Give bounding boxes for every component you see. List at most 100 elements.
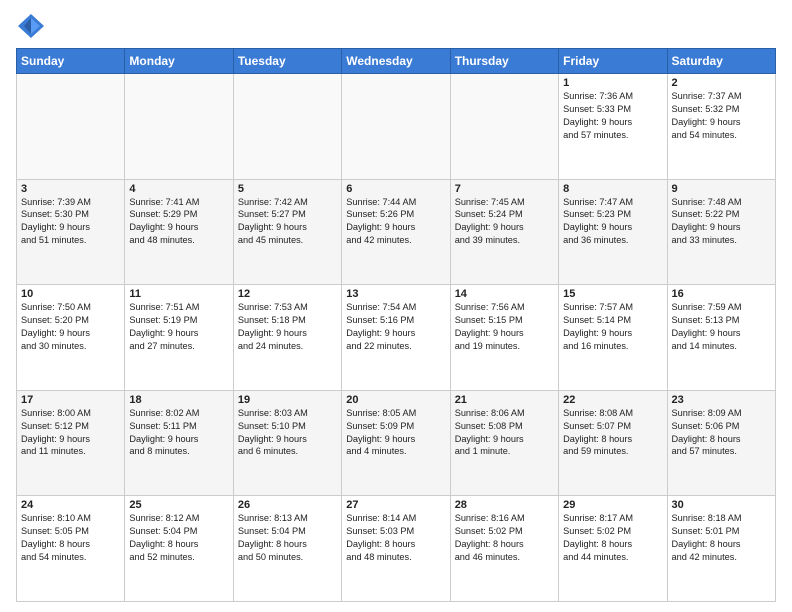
day-cell: 13Sunrise: 7:54 AM Sunset: 5:16 PM Dayli… (342, 285, 450, 391)
day-info: Sunrise: 7:54 AM Sunset: 5:16 PM Dayligh… (346, 301, 445, 353)
day-info: Sunrise: 8:00 AM Sunset: 5:12 PM Dayligh… (21, 407, 120, 459)
day-number: 19 (238, 394, 337, 406)
day-cell: 2Sunrise: 7:37 AM Sunset: 5:32 PM Daylig… (667, 74, 775, 180)
day-number: 3 (21, 183, 120, 195)
day-cell: 17Sunrise: 8:00 AM Sunset: 5:12 PM Dayli… (17, 390, 125, 496)
day-info: Sunrise: 7:53 AM Sunset: 5:18 PM Dayligh… (238, 301, 337, 353)
day-info: Sunrise: 7:57 AM Sunset: 5:14 PM Dayligh… (563, 301, 662, 353)
weekday-header-monday: Monday (125, 49, 233, 74)
day-number: 4 (129, 183, 228, 195)
day-info: Sunrise: 8:03 AM Sunset: 5:10 PM Dayligh… (238, 407, 337, 459)
day-number: 17 (21, 394, 120, 406)
day-cell: 19Sunrise: 8:03 AM Sunset: 5:10 PM Dayli… (233, 390, 341, 496)
weekday-header-saturday: Saturday (667, 49, 775, 74)
day-cell: 4Sunrise: 7:41 AM Sunset: 5:29 PM Daylig… (125, 179, 233, 285)
day-cell (450, 74, 558, 180)
day-number: 21 (455, 394, 554, 406)
day-number: 29 (563, 499, 662, 511)
weekday-header-wednesday: Wednesday (342, 49, 450, 74)
day-info: Sunrise: 7:48 AM Sunset: 5:22 PM Dayligh… (672, 196, 771, 248)
day-number: 25 (129, 499, 228, 511)
week-row-1: 1Sunrise: 7:36 AM Sunset: 5:33 PM Daylig… (17, 74, 776, 180)
day-info: Sunrise: 8:13 AM Sunset: 5:04 PM Dayligh… (238, 512, 337, 564)
day-number: 13 (346, 288, 445, 300)
week-row-4: 17Sunrise: 8:00 AM Sunset: 5:12 PM Dayli… (17, 390, 776, 496)
day-info: Sunrise: 7:59 AM Sunset: 5:13 PM Dayligh… (672, 301, 771, 353)
day-cell: 16Sunrise: 7:59 AM Sunset: 5:13 PM Dayli… (667, 285, 775, 391)
day-cell: 14Sunrise: 7:56 AM Sunset: 5:15 PM Dayli… (450, 285, 558, 391)
day-number: 16 (672, 288, 771, 300)
day-number: 1 (563, 77, 662, 89)
day-cell (342, 74, 450, 180)
day-info: Sunrise: 8:05 AM Sunset: 5:09 PM Dayligh… (346, 407, 445, 459)
day-cell: 1Sunrise: 7:36 AM Sunset: 5:33 PM Daylig… (559, 74, 667, 180)
day-info: Sunrise: 7:47 AM Sunset: 5:23 PM Dayligh… (563, 196, 662, 248)
day-cell: 10Sunrise: 7:50 AM Sunset: 5:20 PM Dayli… (17, 285, 125, 391)
day-number: 6 (346, 183, 445, 195)
day-cell: 26Sunrise: 8:13 AM Sunset: 5:04 PM Dayli… (233, 496, 341, 602)
day-cell: 5Sunrise: 7:42 AM Sunset: 5:27 PM Daylig… (233, 179, 341, 285)
day-number: 2 (672, 77, 771, 89)
day-info: Sunrise: 8:16 AM Sunset: 5:02 PM Dayligh… (455, 512, 554, 564)
day-info: Sunrise: 8:14 AM Sunset: 5:03 PM Dayligh… (346, 512, 445, 564)
day-info: Sunrise: 8:06 AM Sunset: 5:08 PM Dayligh… (455, 407, 554, 459)
day-info: Sunrise: 7:44 AM Sunset: 5:26 PM Dayligh… (346, 196, 445, 248)
day-number: 5 (238, 183, 337, 195)
day-cell: 29Sunrise: 8:17 AM Sunset: 5:02 PM Dayli… (559, 496, 667, 602)
weekday-header-friday: Friday (559, 49, 667, 74)
day-info: Sunrise: 8:17 AM Sunset: 5:02 PM Dayligh… (563, 512, 662, 564)
day-number: 7 (455, 183, 554, 195)
day-cell: 9Sunrise: 7:48 AM Sunset: 5:22 PM Daylig… (667, 179, 775, 285)
page: SundayMondayTuesdayWednesdayThursdayFrid… (0, 0, 792, 612)
day-cell: 21Sunrise: 8:06 AM Sunset: 5:08 PM Dayli… (450, 390, 558, 496)
day-info: Sunrise: 8:02 AM Sunset: 5:11 PM Dayligh… (129, 407, 228, 459)
day-number: 14 (455, 288, 554, 300)
day-cell (17, 74, 125, 180)
day-cell: 25Sunrise: 8:12 AM Sunset: 5:04 PM Dayli… (125, 496, 233, 602)
day-info: Sunrise: 8:18 AM Sunset: 5:01 PM Dayligh… (672, 512, 771, 564)
weekday-header-tuesday: Tuesday (233, 49, 341, 74)
day-info: Sunrise: 7:42 AM Sunset: 5:27 PM Dayligh… (238, 196, 337, 248)
day-number: 12 (238, 288, 337, 300)
day-cell (233, 74, 341, 180)
day-number: 23 (672, 394, 771, 406)
day-info: Sunrise: 7:36 AM Sunset: 5:33 PM Dayligh… (563, 90, 662, 142)
day-number: 8 (563, 183, 662, 195)
day-cell: 8Sunrise: 7:47 AM Sunset: 5:23 PM Daylig… (559, 179, 667, 285)
day-info: Sunrise: 8:10 AM Sunset: 5:05 PM Dayligh… (21, 512, 120, 564)
logo-icon (16, 12, 46, 40)
weekday-header-row: SundayMondayTuesdayWednesdayThursdayFrid… (17, 49, 776, 74)
day-cell: 18Sunrise: 8:02 AM Sunset: 5:11 PM Dayli… (125, 390, 233, 496)
day-number: 9 (672, 183, 771, 195)
day-info: Sunrise: 8:12 AM Sunset: 5:04 PM Dayligh… (129, 512, 228, 564)
day-info: Sunrise: 7:41 AM Sunset: 5:29 PM Dayligh… (129, 196, 228, 248)
day-cell: 15Sunrise: 7:57 AM Sunset: 5:14 PM Dayli… (559, 285, 667, 391)
day-cell: 12Sunrise: 7:53 AM Sunset: 5:18 PM Dayli… (233, 285, 341, 391)
weekday-header-thursday: Thursday (450, 49, 558, 74)
day-info: Sunrise: 8:08 AM Sunset: 5:07 PM Dayligh… (563, 407, 662, 459)
day-number: 30 (672, 499, 771, 511)
logo (16, 12, 50, 40)
day-info: Sunrise: 7:39 AM Sunset: 5:30 PM Dayligh… (21, 196, 120, 248)
week-row-2: 3Sunrise: 7:39 AM Sunset: 5:30 PM Daylig… (17, 179, 776, 285)
day-number: 22 (563, 394, 662, 406)
header (16, 12, 776, 40)
day-cell: 11Sunrise: 7:51 AM Sunset: 5:19 PM Dayli… (125, 285, 233, 391)
day-number: 20 (346, 394, 445, 406)
day-number: 18 (129, 394, 228, 406)
day-info: Sunrise: 7:50 AM Sunset: 5:20 PM Dayligh… (21, 301, 120, 353)
day-cell: 28Sunrise: 8:16 AM Sunset: 5:02 PM Dayli… (450, 496, 558, 602)
day-cell (125, 74, 233, 180)
day-number: 10 (21, 288, 120, 300)
week-row-3: 10Sunrise: 7:50 AM Sunset: 5:20 PM Dayli… (17, 285, 776, 391)
day-cell: 22Sunrise: 8:08 AM Sunset: 5:07 PM Dayli… (559, 390, 667, 496)
day-cell: 7Sunrise: 7:45 AM Sunset: 5:24 PM Daylig… (450, 179, 558, 285)
day-info: Sunrise: 7:37 AM Sunset: 5:32 PM Dayligh… (672, 90, 771, 142)
day-cell: 30Sunrise: 8:18 AM Sunset: 5:01 PM Dayli… (667, 496, 775, 602)
day-number: 24 (21, 499, 120, 511)
day-info: Sunrise: 8:09 AM Sunset: 5:06 PM Dayligh… (672, 407, 771, 459)
day-number: 26 (238, 499, 337, 511)
day-cell: 6Sunrise: 7:44 AM Sunset: 5:26 PM Daylig… (342, 179, 450, 285)
day-cell: 27Sunrise: 8:14 AM Sunset: 5:03 PM Dayli… (342, 496, 450, 602)
day-number: 11 (129, 288, 228, 300)
